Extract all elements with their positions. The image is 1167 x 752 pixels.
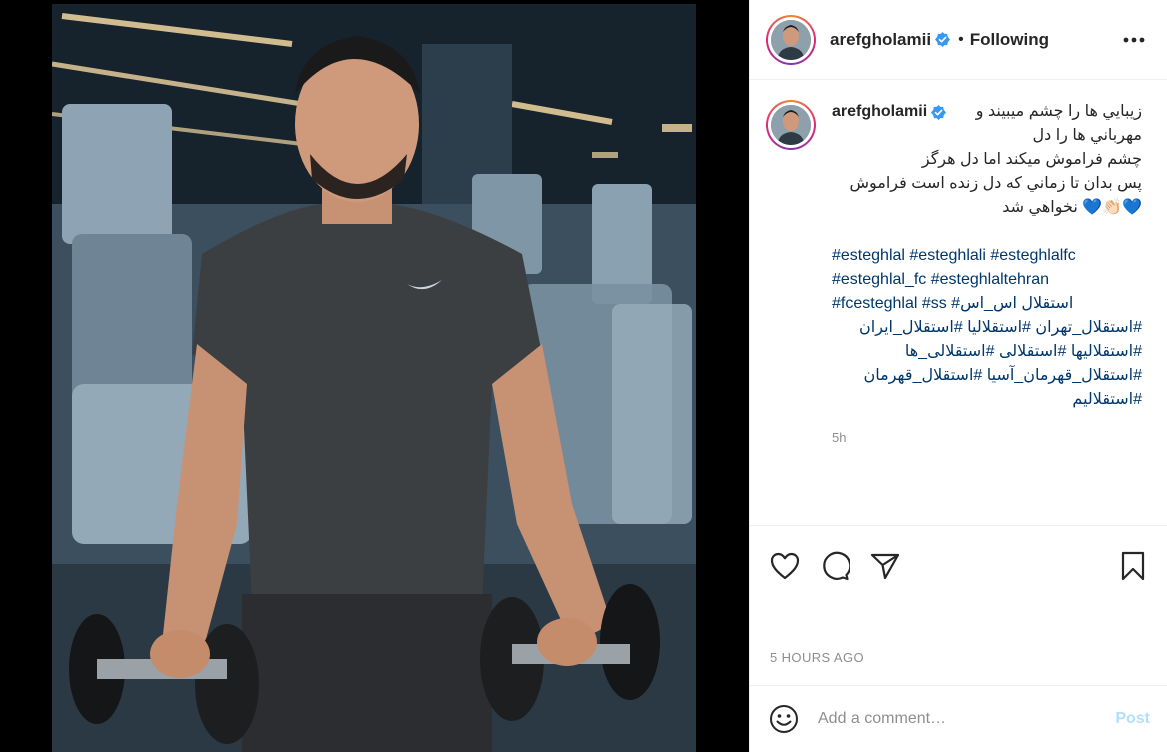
avatar[interactable] [766,14,816,65]
hashtag-line[interactable]: #استقلاليها #استقلالی #استقلالی_ها [832,340,1142,364]
caption-username[interactable]: arefgholamii [832,100,927,124]
hashtag-line[interactable]: #fcesteghlal #ss #استقلال اس_اس [832,292,1142,316]
avatar-portrait-icon [771,19,811,60]
post-header: arefgholamii • Following [750,0,1167,80]
post-date[interactable]: 5 HOURS AGO [770,650,864,665]
post-photo[interactable] [52,4,696,752]
hashtag-line[interactable]: #استقلال_تهران #استقلاليا #استقلال_ايران [832,316,1142,340]
comment-icon[interactable] [818,549,852,583]
caption-line: پس بدان تا زماني كه دل زنده است فراموش [849,175,1142,192]
hashtag-line[interactable]: #استقلال_قهرمان_آسيا #استقلال_قهرمان [832,364,1142,388]
caption-line: زيبايي ها را چشم ميبيند و [975,103,1142,120]
photo-illustration [52,4,696,752]
avatar-portrait-icon [771,105,811,145]
send-icon[interactable] [868,549,902,583]
post-comment-button[interactable]: Post [1115,710,1150,728]
hashtag-line[interactable]: #esteghlal_fc #esteghlaltehran [832,268,1142,292]
smiley-icon[interactable] [768,703,800,735]
verified-badge-icon [935,32,951,47]
caption-area: arefgholamii زيبايي ها را چشم ميبيند و م… [750,80,1167,525]
post-actions: 5 HOURS AGO [750,525,1167,685]
hashtag-list: #esteghlal #esteghlali #esteghlalfc #est… [832,244,1142,412]
following-button[interactable]: Following [970,30,1049,50]
header-username[interactable]: arefgholamii [830,30,931,50]
bookmark-icon[interactable] [1116,549,1150,583]
comment-bar: Post [750,685,1167,752]
comment-input[interactable] [818,710,1116,728]
hashtag-line[interactable]: #esteghlal #esteghlali #esteghlalfc [832,244,1142,268]
hashtag-line[interactable]: #استقلاليم [832,388,1142,412]
verified-badge-icon [931,104,947,120]
header-separator: • [958,30,964,48]
caption-line: چشم فراموش ميكند اما دل هرگز [921,151,1142,168]
heart-icon[interactable] [768,549,802,583]
more-horizontal-icon[interactable] [1122,28,1146,52]
caption-avatar[interactable] [766,100,816,150]
avatar-image [771,19,811,60]
caption-timestamp[interactable]: 5h [832,426,1142,450]
caption-text: arefgholamii زيبايي ها را چشم ميبيند و م… [832,100,1142,450]
post-media-panel [0,0,749,752]
post-details-panel: arefgholamii • Following arefgholamii زي… [749,0,1167,752]
caption-line: 💙👏🏻💙 نخواهي شد [1002,199,1142,216]
caption-line: مهرباني ها را دل [1032,127,1142,144]
